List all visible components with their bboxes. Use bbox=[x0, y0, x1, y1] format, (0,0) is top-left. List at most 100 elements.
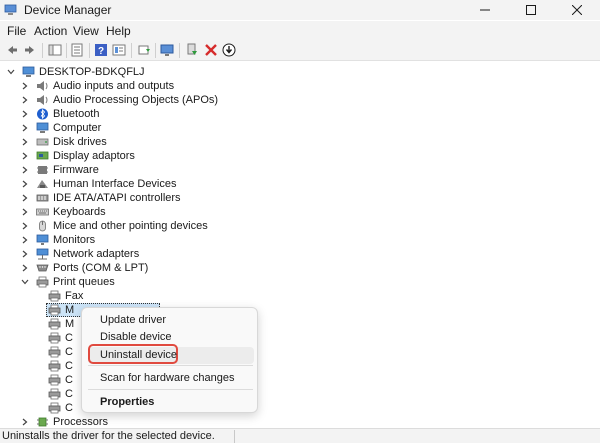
tree-category[interactable]: Disk drives bbox=[20, 135, 107, 149]
tree-device-label: C bbox=[65, 374, 73, 386]
tree-category[interactable]: Network adapters bbox=[20, 247, 139, 261]
menu-file[interactable]: File bbox=[7, 24, 26, 38]
printer-icon bbox=[48, 402, 61, 414]
tree-device[interactable]: M bbox=[48, 317, 74, 331]
uninstall-x-icon[interactable] bbox=[203, 42, 219, 58]
computer-icon bbox=[22, 66, 35, 78]
minimize-button[interactable] bbox=[462, 0, 508, 20]
printer-icon bbox=[48, 332, 61, 344]
tree-category[interactable]: Keyboards bbox=[20, 205, 106, 219]
tree-root-label: DESKTOP-BDKQFLJ bbox=[39, 66, 145, 78]
chevron-right-icon[interactable] bbox=[20, 95, 30, 105]
keyboard-icon bbox=[36, 206, 49, 218]
toolbar-separator bbox=[155, 43, 156, 58]
context-properties[interactable]: Properties bbox=[100, 396, 154, 408]
context-separator bbox=[88, 365, 253, 366]
tree-category[interactable]: Ports (COM & LPT) bbox=[20, 261, 148, 275]
properties-icon[interactable] bbox=[69, 42, 85, 58]
show-hide-tree-icon[interactable] bbox=[47, 42, 63, 58]
chevron-down-icon[interactable] bbox=[6, 67, 16, 77]
tree-device[interactable]: C bbox=[48, 345, 73, 359]
printer-icon bbox=[48, 374, 61, 386]
maximize-icon bbox=[526, 5, 536, 15]
tree-device[interactable]: C bbox=[48, 401, 73, 415]
forward-arrow-icon[interactable] bbox=[22, 42, 38, 58]
computer-icon bbox=[36, 122, 49, 134]
chevron-right-icon[interactable] bbox=[20, 417, 30, 427]
context-menu: Update driver Disable device Uninstall d… bbox=[81, 307, 258, 413]
tree-category[interactable]: Display adaptors bbox=[20, 149, 135, 163]
toolbar: ? bbox=[0, 40, 600, 61]
tree-device-label: C bbox=[65, 360, 73, 372]
chevron-down-icon[interactable] bbox=[20, 277, 30, 287]
download-icon[interactable] bbox=[221, 42, 237, 58]
tree-category[interactable]: Mice and other pointing devices bbox=[20, 219, 208, 233]
printer-icon bbox=[48, 290, 61, 302]
tree-root[interactable]: DESKTOP-BDKQFLJ bbox=[6, 65, 145, 79]
chevron-right-icon[interactable] bbox=[20, 235, 30, 245]
context-scan-hardware[interactable]: Scan for hardware changes bbox=[100, 372, 235, 384]
chevron-right-icon[interactable] bbox=[20, 207, 30, 217]
tree-device[interactable]: C bbox=[48, 331, 73, 345]
menu-bar: File Action View Help bbox=[0, 21, 600, 40]
chevron-right-icon[interactable] bbox=[20, 109, 30, 119]
menu-view[interactable]: View bbox=[73, 24, 99, 38]
menu-help[interactable]: Help bbox=[106, 24, 131, 38]
tree-device-selected[interactable]: M bbox=[48, 303, 74, 317]
tree-category-label: Print queues bbox=[53, 276, 115, 288]
tree-device[interactable]: C bbox=[48, 373, 73, 387]
tree-category-label: IDE ATA/ATAPI controllers bbox=[53, 192, 181, 204]
tree-category[interactable]: IDE ATA/ATAPI controllers bbox=[20, 191, 181, 205]
chevron-right-icon[interactable] bbox=[20, 179, 30, 189]
chevron-right-icon[interactable] bbox=[20, 249, 30, 259]
chevron-right-icon[interactable] bbox=[20, 151, 30, 161]
status-text: Uninstalls the driver for the selected d… bbox=[2, 430, 215, 442]
monitor-scan-icon[interactable] bbox=[159, 42, 175, 58]
port-icon bbox=[36, 262, 49, 274]
hid-icon bbox=[36, 178, 49, 190]
tree-category-label: Monitors bbox=[53, 234, 96, 246]
view-details-icon[interactable] bbox=[111, 42, 127, 58]
tree-category-expanded[interactable]: Print queues bbox=[20, 275, 115, 289]
back-arrow-icon[interactable] bbox=[4, 42, 20, 58]
tree-category[interactable]: Audio inputs and outputs bbox=[20, 79, 174, 93]
maximize-button[interactable] bbox=[508, 0, 554, 20]
tree-category[interactable]: Computer bbox=[20, 121, 101, 135]
chevron-right-icon[interactable] bbox=[20, 137, 30, 147]
chevron-right-icon[interactable] bbox=[20, 165, 30, 175]
chevron-right-icon[interactable] bbox=[20, 81, 30, 91]
tree-device[interactable]: Fax bbox=[48, 289, 83, 303]
tree-device[interactable]: C bbox=[48, 387, 73, 401]
context-disable-device[interactable]: Disable device bbox=[100, 331, 172, 343]
update-driver-icon[interactable] bbox=[136, 42, 152, 58]
menu-action[interactable]: Action bbox=[34, 24, 67, 38]
context-uninstall-device[interactable]: Uninstall device bbox=[100, 349, 177, 361]
display-adapter-icon bbox=[36, 150, 49, 162]
speaker-icon bbox=[36, 94, 49, 106]
tree-category[interactable]: Bluetooth bbox=[20, 107, 99, 121]
tree-category[interactable]: Firmware bbox=[20, 163, 99, 177]
tree-category[interactable]: Human Interface Devices bbox=[20, 177, 177, 191]
printer-icon bbox=[48, 318, 61, 330]
tree-category[interactable]: Processors bbox=[20, 415, 108, 427]
tree-category-label: Keyboards bbox=[53, 206, 106, 218]
context-update-driver[interactable]: Update driver bbox=[100, 314, 166, 326]
svg-text:?: ? bbox=[98, 46, 104, 57]
tree-category-label: Disk drives bbox=[53, 136, 107, 148]
mouse-icon bbox=[36, 220, 49, 232]
enable-device-icon[interactable] bbox=[184, 42, 200, 58]
help-icon[interactable]: ? bbox=[93, 42, 109, 58]
printer-icon bbox=[48, 360, 61, 372]
chevron-right-icon[interactable] bbox=[20, 123, 30, 133]
tree-category[interactable]: Monitors bbox=[20, 233, 95, 247]
tree-device[interactable]: C bbox=[48, 359, 73, 373]
tree-category[interactable]: Audio Processing Objects (APOs) bbox=[20, 93, 218, 107]
chevron-right-icon[interactable] bbox=[20, 193, 30, 203]
chevron-right-icon[interactable] bbox=[20, 263, 30, 273]
tree-category-label: Processors bbox=[53, 416, 109, 427]
close-button[interactable] bbox=[554, 0, 600, 20]
minimize-icon bbox=[480, 9, 490, 11]
chevron-right-icon[interactable] bbox=[20, 221, 30, 231]
printer-icon bbox=[36, 276, 49, 288]
disk-drive-icon bbox=[36, 136, 49, 148]
